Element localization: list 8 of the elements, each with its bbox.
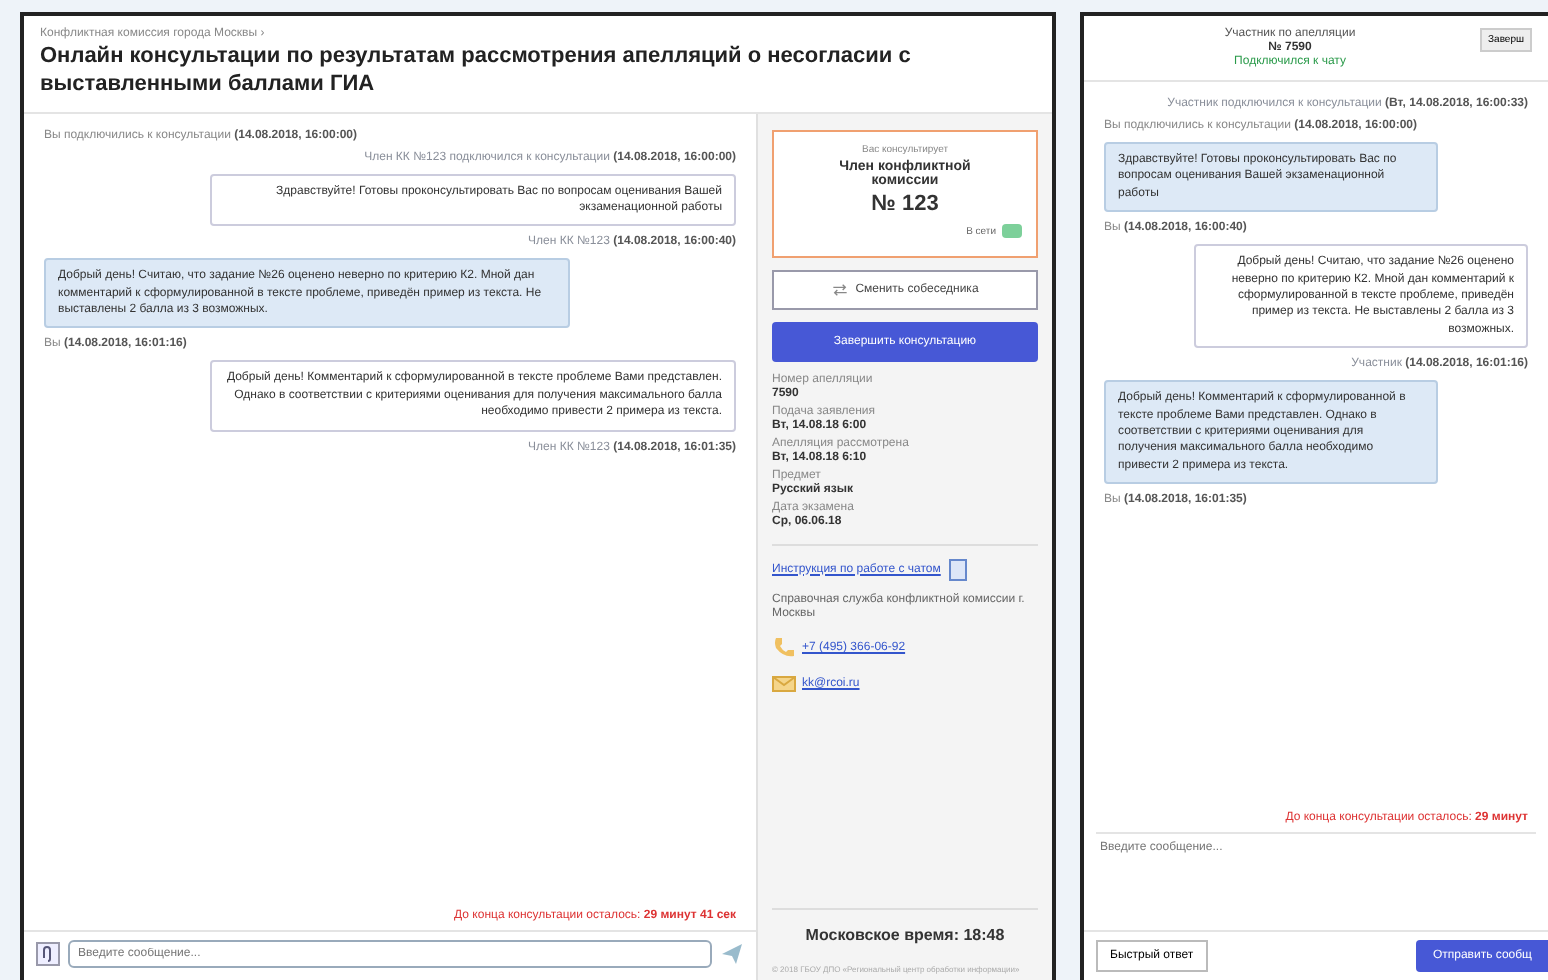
moscow-time: Московское время: 18:48 [772,908,1038,952]
phone-icon [772,636,796,661]
document-icon [946,557,971,581]
swap-icon [831,281,848,297]
envelope-icon [772,672,796,697]
page-title: Онлайн консультации по результатам рассмотрения апелляций о несогласии с выставленными баллами ГИА [40,44,913,99]
consultant-number: № 123 [871,191,939,215]
paperclip-icon[interactable] [36,942,60,966]
